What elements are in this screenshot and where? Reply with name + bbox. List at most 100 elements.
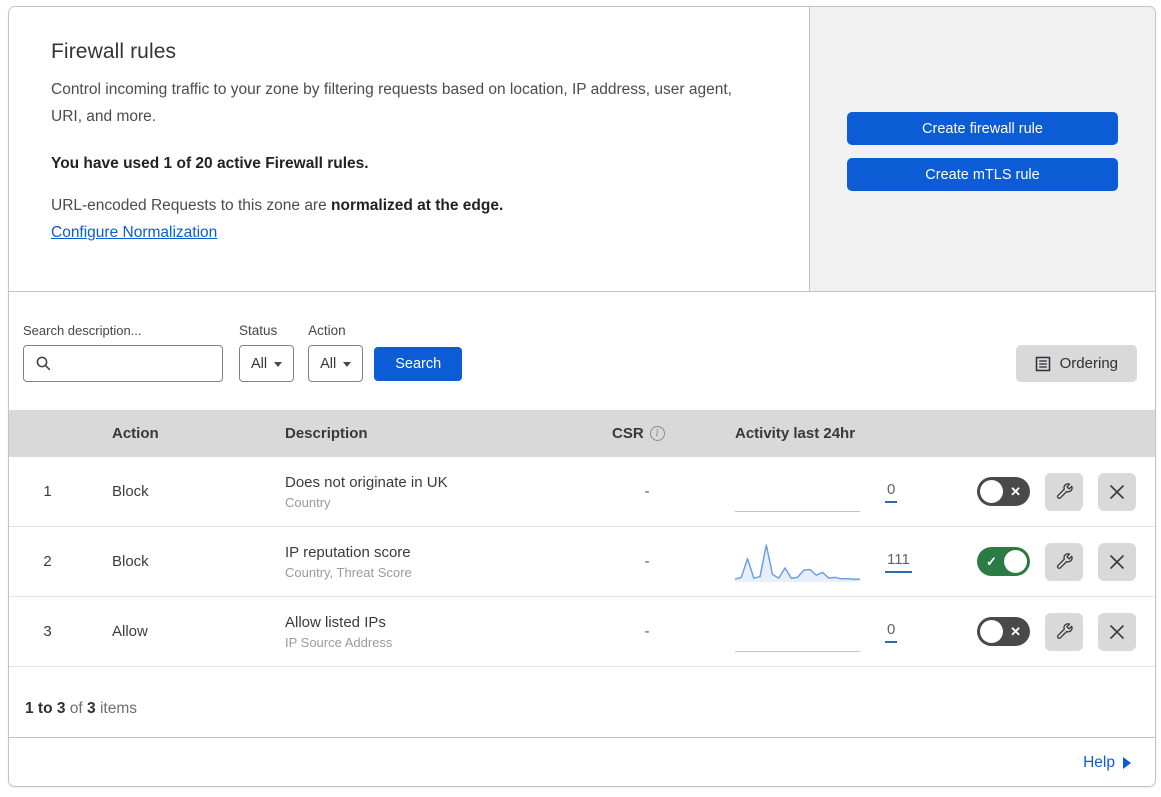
table-row: 1 Block Does not originate in UK Country… [9, 457, 1155, 527]
ordering-label: Ordering [1059, 355, 1118, 372]
activity-sparkline [735, 541, 860, 583]
toggle-state-icon: ✕ [1010, 623, 1021, 639]
rule-number: 3 [43, 623, 52, 640]
search-group: Search description... [23, 323, 223, 382]
configure-normalization-link[interactable]: Configure Normalization [51, 224, 217, 242]
status-value: All [251, 355, 268, 372]
filter-bar: Search description... Status All Action … [9, 292, 1155, 410]
csr-label: CSR [612, 425, 644, 442]
table-header: Action Description CSR i Activity last 2… [9, 410, 1155, 457]
search-input[interactable] [52, 355, 222, 372]
action-value: All [320, 355, 337, 372]
ordering-button[interactable]: Ordering [1015, 345, 1137, 382]
delete-rule-button[interactable] [1098, 612, 1136, 651]
create-mtls-rule-button[interactable]: Create mTLS rule [847, 158, 1118, 191]
rule-activity-cell: 0 [706, 471, 921, 513]
status-dropdown[interactable]: All [239, 345, 295, 382]
table-body: 1 Block Does not originate in UK Country… [9, 457, 1155, 667]
search-button[interactable]: Search [374, 347, 463, 381]
activity-sparkline [735, 471, 860, 513]
rule-enabled-toggle[interactable]: ✓ [977, 547, 1030, 576]
rule-fields: Country, Threat Score [285, 564, 412, 580]
help-label: Help [1083, 753, 1115, 771]
info-icon[interactable]: i [649, 426, 665, 441]
help-link[interactable]: Help [1083, 754, 1131, 772]
pagination-summary: 1 to 3 of 3 items [9, 667, 1155, 738]
header-text-panel: Firewall rules Control incoming traffic … [9, 7, 810, 291]
search-icon [35, 355, 52, 372]
edit-rule-button[interactable] [1045, 612, 1083, 651]
normalization-prefix: URL-encoded Requests to this zone are [51, 197, 332, 215]
help-row: Help [9, 738, 1155, 786]
column-description: Description [285, 425, 368, 442]
wrench-icon [1054, 481, 1075, 502]
toggle-state-icon: ✓ [986, 553, 997, 569]
toggle-knob [980, 620, 1003, 643]
items-suffix: items [95, 700, 137, 717]
activity-count-link[interactable]: 111 [885, 551, 912, 573]
rule-description-cell: IP reputation score Country, Threat Scor… [277, 544, 602, 580]
action-filter-group: Action All [308, 323, 364, 382]
action-dropdown[interactable]: All [308, 345, 364, 382]
column-action: Action [112, 425, 159, 442]
actions-panel: Create firewall rule Create mTLS rule [810, 7, 1155, 291]
action-label: Action [308, 323, 346, 338]
normalization-note: URL-encoded Requests to this zone are no… [51, 197, 767, 215]
list-document-icon [1035, 356, 1051, 372]
activity-count-link[interactable]: 0 [885, 481, 898, 503]
search-box [23, 345, 223, 382]
search-label: Search description... [23, 323, 142, 338]
status-filter-group: Status All [239, 323, 295, 382]
chevron-down-icon [274, 362, 283, 367]
toggle-state-icon: ✕ [1010, 483, 1021, 499]
usage-summary: You have used 1 of 20 active Firewall ru… [51, 155, 369, 173]
rule-csr-value: - [644, 553, 650, 570]
delete-rule-button[interactable] [1098, 472, 1136, 511]
rule-number: 1 [43, 483, 52, 500]
rule-controls: ✓ [921, 542, 1155, 581]
rule-csr-value: - [644, 483, 650, 500]
column-activity: Activity last 24hr [735, 425, 856, 442]
rule-number: 2 [43, 553, 52, 570]
status-label: Status [239, 323, 278, 338]
edit-rule-button[interactable] [1045, 542, 1083, 581]
activity-flat-line [735, 510, 860, 512]
items-of: of [65, 700, 88, 717]
rule-action: Block [112, 553, 149, 570]
rule-description-cell: Allow listed IPs IP Source Address [277, 614, 602, 650]
rule-enabled-toggle[interactable]: ✕ [977, 617, 1030, 646]
rule-activity-cell: 111 [706, 541, 921, 583]
rule-csr-value: - [644, 623, 650, 640]
activity-count-link[interactable]: 0 [885, 621, 898, 643]
firewall-rules-card: Firewall rules Control incoming traffic … [8, 6, 1156, 787]
delete-rule-button[interactable] [1098, 542, 1136, 581]
page-description: Control incoming traffic to your zone by… [51, 81, 732, 125]
wrench-icon [1054, 621, 1075, 642]
header-section: Firewall rules Control incoming traffic … [9, 7, 1155, 292]
rule-action: Block [112, 483, 149, 500]
rule-controls: ✕ [921, 472, 1155, 511]
items-range: 1 to 3 [25, 700, 66, 717]
arrow-right-icon [1123, 757, 1131, 769]
activity-sparkline [735, 611, 860, 653]
table-row: 3 Allow Allow listed IPs IP Source Addre… [9, 597, 1155, 667]
rule-enabled-toggle[interactable]: ✕ [977, 477, 1030, 506]
edit-rule-button[interactable] [1045, 472, 1083, 511]
create-firewall-rule-button[interactable]: Create firewall rule [847, 112, 1118, 145]
items-total: 3 [87, 700, 96, 717]
page-title: Firewall rules [51, 40, 177, 63]
rule-activity-cell: 0 [706, 611, 921, 653]
activity-flat-line [735, 650, 860, 652]
rule-description-cell: Does not originate in UK Country [277, 474, 602, 510]
rule-description: Does not originate in UK [285, 473, 448, 491]
close-icon [1108, 553, 1126, 571]
toggle-knob [980, 480, 1003, 503]
close-icon [1108, 483, 1126, 501]
rule-description: Allow listed IPs [285, 613, 386, 631]
close-icon [1108, 623, 1126, 641]
chevron-down-icon [343, 362, 352, 367]
normalization-bold: normalized at the edge. [331, 197, 504, 215]
wrench-icon [1054, 551, 1075, 572]
toggle-knob [1004, 550, 1027, 573]
rule-description: IP reputation score [285, 543, 411, 561]
